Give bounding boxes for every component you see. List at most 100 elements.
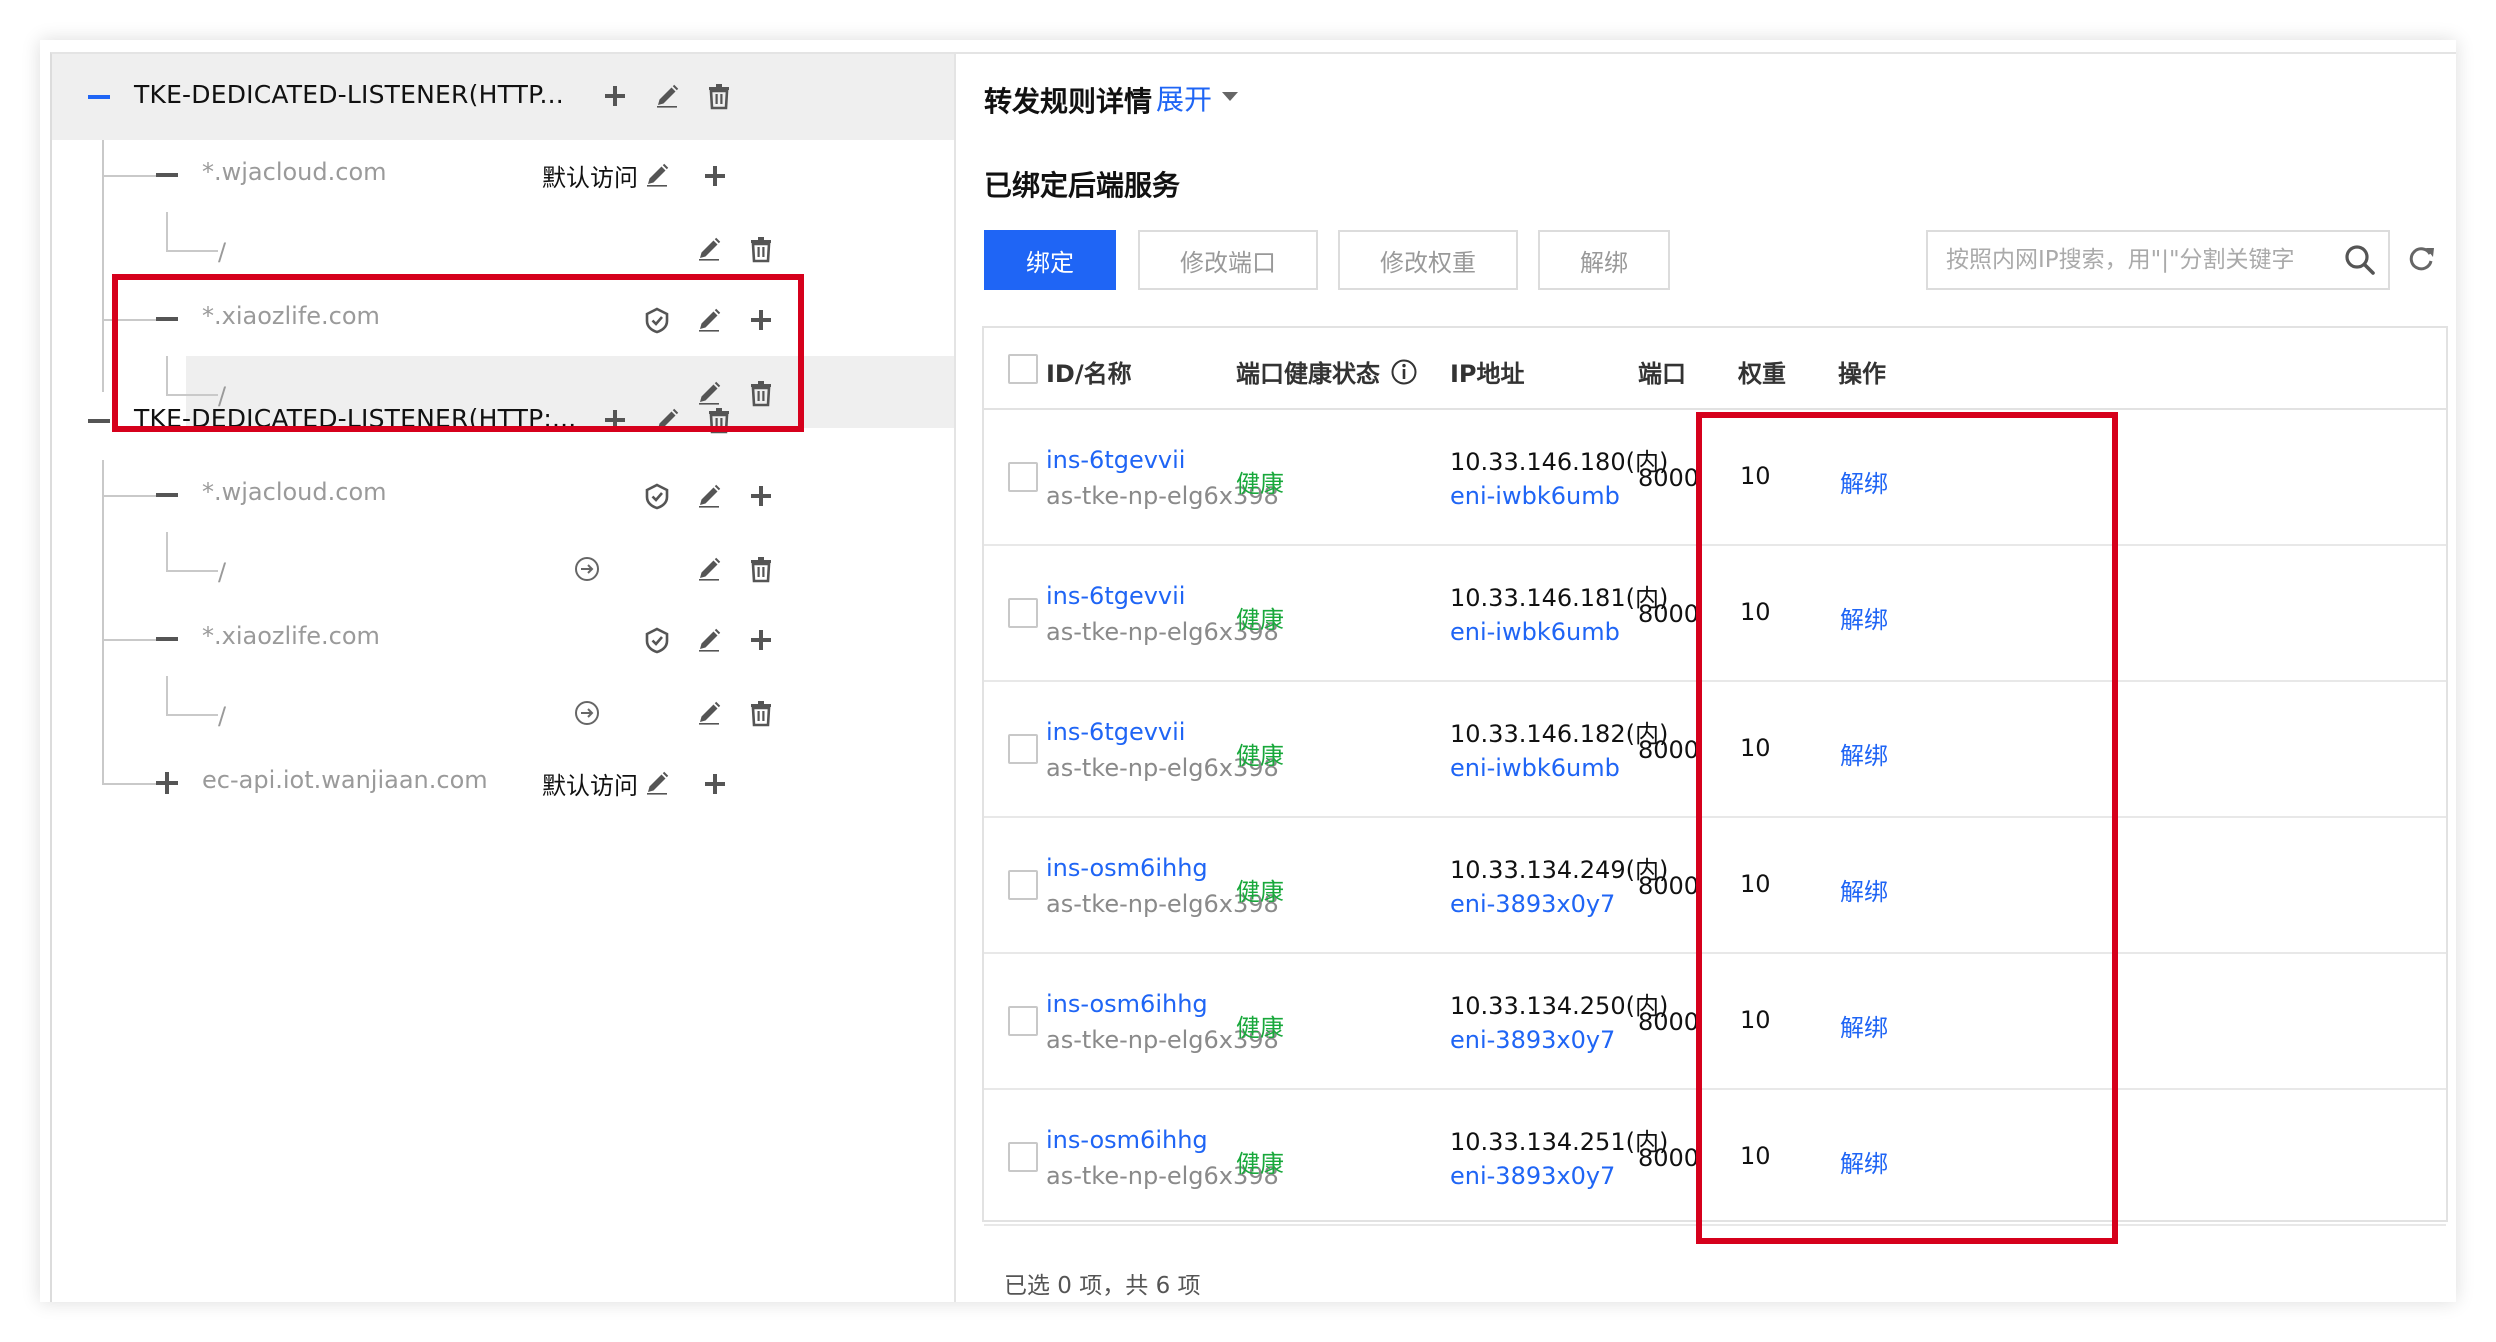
col-health-label: 端口健康状态 [1236, 360, 1380, 388]
edit-domain-icon[interactable] [642, 768, 672, 798]
domain-toggle-icon[interactable] [156, 164, 178, 186]
refresh-icon[interactable] [2406, 244, 2436, 278]
certificate-shield-icon[interactable] [642, 481, 672, 511]
eni-link[interactable]: eni-iwbk6umb [1450, 618, 1620, 646]
row-checkbox[interactable] [1008, 734, 1038, 764]
instance-id-link[interactable]: ins-6tgevvii [1046, 582, 1185, 610]
health-status: 健康 [1236, 878, 1284, 906]
table-header: ID/名称 端口健康状态 IP地址 端口 权重 操作 [984, 328, 2446, 410]
eni-link[interactable]: eni-iwbk6umb [1450, 482, 1620, 510]
col-port: 端口 [1638, 360, 1686, 388]
add-rule-icon[interactable] [700, 161, 730, 191]
health-status: 健康 [1236, 742, 1284, 770]
default-access-label: 默认访问 [542, 772, 638, 800]
collapse-icon[interactable] [88, 86, 110, 108]
port-value: 8000 [1638, 1008, 1700, 1036]
search-icon[interactable] [2344, 244, 2376, 280]
tree-path-1-1-0[interactable]: / [52, 676, 956, 748]
health-status: 健康 [1236, 1014, 1284, 1042]
tree-connector [166, 676, 168, 716]
domain-name: *.wjacloud.com [202, 158, 387, 186]
rule-path: / [218, 238, 227, 266]
ip-address: 10.33.134.250(内) [1450, 992, 1669, 1020]
redirect-icon[interactable] [572, 554, 602, 584]
port-value: 8000 [1638, 1144, 1700, 1172]
detail-title: 转发规则详情 [984, 85, 1153, 118]
ip-address: 10.33.134.251(内) [1450, 1128, 1669, 1156]
collapse-icon[interactable] [88, 410, 110, 432]
col-ip: IP地址 [1450, 360, 1525, 388]
edit-rule-icon[interactable] [694, 554, 724, 584]
instance-id-link[interactable]: ins-osm6ihhg [1046, 854, 1208, 882]
health-status: 健康 [1236, 1150, 1284, 1178]
edit-domain-icon[interactable] [694, 625, 724, 655]
add-rule-icon[interactable] [746, 625, 776, 655]
edit-rule-icon[interactable] [694, 234, 724, 264]
domain-toggle-icon[interactable] [156, 484, 178, 506]
highlight-box-tree [112, 274, 804, 432]
add-rule-icon[interactable] [700, 769, 730, 799]
tree-listener-0[interactable]: TKE-DEDICATED-LISTENER(HTTP... [52, 54, 956, 140]
highlight-box-ip-column [1696, 412, 2118, 1244]
domain-name: ec-api.iot.wanjiaan.com [202, 766, 488, 794]
ip-search-input[interactable] [1946, 232, 2336, 288]
row-checkbox[interactable] [1008, 598, 1038, 628]
unbind-button[interactable]: 解绑 [1538, 230, 1670, 290]
delete-rule-icon[interactable] [746, 234, 776, 264]
eni-link[interactable]: eni-3893x0y7 [1450, 1026, 1615, 1054]
rule-path: / [218, 702, 227, 730]
domain-name: *.xiaozlife.com [202, 622, 380, 650]
ip-search-box[interactable] [1926, 230, 2390, 290]
eni-link[interactable]: eni-3893x0y7 [1450, 890, 1615, 918]
ip-address: 10.33.134.249(内) [1450, 856, 1669, 884]
instance-id-link[interactable]: ins-6tgevvii [1046, 718, 1185, 746]
row-checkbox[interactable] [1008, 1142, 1038, 1172]
modify-port-button[interactable]: 修改端口 [1138, 230, 1318, 290]
add-rule-icon[interactable] [746, 481, 776, 511]
tree-connector [102, 495, 162, 497]
delete-rule-icon[interactable] [746, 698, 776, 728]
tree-trunk [102, 140, 104, 392]
tree-trunk [102, 460, 104, 784]
port-value: 8000 [1638, 872, 1700, 900]
health-status: 健康 [1236, 470, 1284, 498]
port-value: 8000 [1638, 600, 1700, 628]
tree-connector [166, 532, 168, 572]
instance-id-link[interactable]: ins-6tgevvii [1046, 446, 1185, 474]
edit-rule-icon[interactable] [694, 698, 724, 728]
instance-id-link[interactable]: ins-osm6ihhg [1046, 1126, 1208, 1154]
row-checkbox[interactable] [1008, 1006, 1038, 1036]
edit-domain-icon[interactable] [694, 481, 724, 511]
edit-domain-icon[interactable] [642, 160, 672, 190]
redirect-icon[interactable] [572, 698, 602, 728]
certificate-shield-icon[interactable] [642, 625, 672, 655]
port-value: 8000 [1638, 464, 1700, 492]
tree-domain-1-2[interactable]: ec-api.iot.wanjiaan.com 默认访问 [52, 748, 956, 820]
tree-connector [166, 714, 218, 716]
edit-listener-icon[interactable] [652, 81, 682, 111]
tree-domain-1-1[interactable]: *.xiaozlife.com [52, 604, 956, 676]
row-checkbox[interactable] [1008, 870, 1038, 900]
info-icon[interactable] [1390, 358, 1418, 392]
domain-toggle-icon[interactable] [156, 628, 178, 650]
col-health: 端口健康状态 [1236, 354, 1418, 392]
delete-listener-icon[interactable] [704, 81, 734, 111]
tree-domain-0-0[interactable]: *.wjacloud.com 默认访问 [52, 140, 956, 212]
instance-id-link[interactable]: ins-osm6ihhg [1046, 990, 1208, 1018]
tree-path-1-0-0[interactable]: / [52, 532, 956, 604]
add-domain-icon[interactable] [600, 81, 630, 111]
select-all-checkbox[interactable] [1008, 354, 1038, 384]
col-weight: 权重 [1738, 360, 1786, 388]
row-checkbox[interactable] [1008, 462, 1038, 492]
bound-backends-title: 已绑定后端服务 [984, 169, 1181, 202]
domain-toggle-icon[interactable] [156, 772, 178, 794]
domain-name: *.wjacloud.com [202, 478, 387, 506]
tree-domain-1-0[interactable]: *.wjacloud.com [52, 460, 956, 532]
delete-rule-icon[interactable] [746, 554, 776, 584]
modify-weight-button[interactable]: 修改权重 [1338, 230, 1518, 290]
eni-link[interactable]: eni-3893x0y7 [1450, 1162, 1615, 1190]
expand-link[interactable]: 展开 [1156, 78, 1212, 118]
bind-button[interactable]: 绑定 [984, 230, 1116, 290]
caret-down-icon[interactable] [1222, 92, 1238, 101]
eni-link[interactable]: eni-iwbk6umb [1450, 754, 1620, 782]
